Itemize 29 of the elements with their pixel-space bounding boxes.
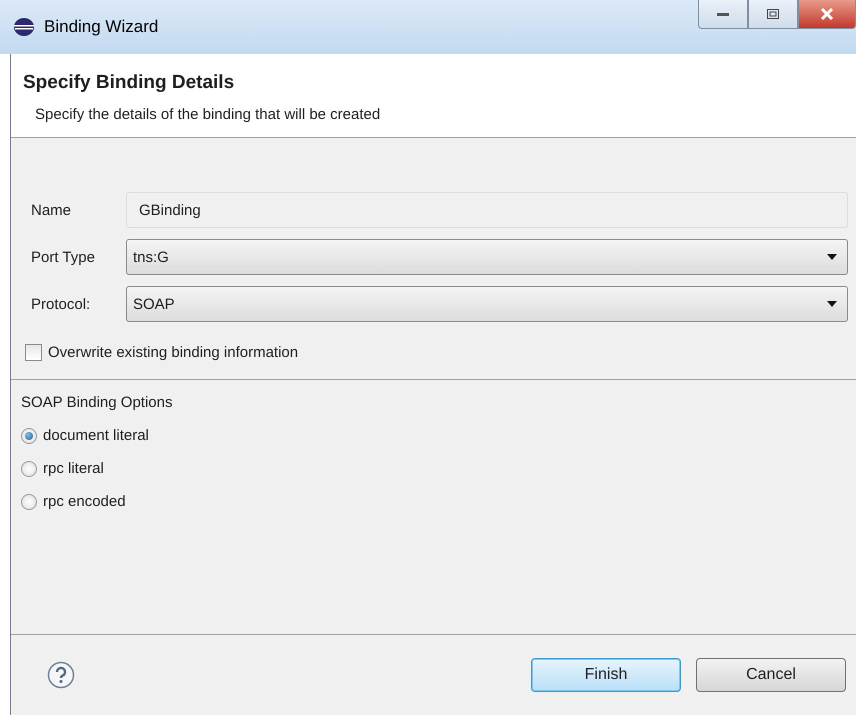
minimize-icon: [717, 12, 729, 16]
dropdown[interactable]: SOAP: [126, 286, 848, 322]
close-button[interactable]: [798, 0, 856, 29]
radio-label: document literal: [43, 427, 149, 444]
dropdown[interactable]: tns:G: [126, 239, 848, 275]
help-icon[interactable]: [47, 661, 75, 689]
window-title: Binding Wizard: [44, 17, 158, 37]
radio-label: rpc encoded: [43, 493, 126, 510]
page-description: Specify the details of the binding that will be created: [35, 106, 382, 123]
checkbox[interactable]: [25, 344, 42, 361]
checkbox-label: Overwrite existing binding information: [48, 344, 298, 361]
group-label: SOAP Binding Options: [21, 394, 174, 411]
radio-button[interactable]: [21, 460, 37, 476]
radio-label: rpc literal: [43, 460, 104, 477]
page-title: Specify Binding Details: [23, 72, 236, 94]
maximize-button[interactable]: [748, 0, 798, 29]
app-icon: [14, 18, 34, 36]
radio-button[interactable]: [21, 428, 37, 444]
field-label: Name: [31, 202, 72, 218]
finish-button[interactable]: Finish: [531, 658, 681, 692]
cancel-button[interactable]: Cancel: [696, 658, 846, 692]
field-label: Protocol:: [31, 296, 92, 312]
dropdown-arrow-icon: [827, 254, 837, 260]
minimize-button[interactable]: [698, 0, 748, 29]
maximize-icon: [767, 9, 779, 19]
field-label: Port Type: [31, 248, 96, 266]
radio-button[interactable]: [21, 494, 37, 510]
close-icon: [820, 8, 834, 20]
dropdown-arrow-icon: [827, 301, 837, 307]
